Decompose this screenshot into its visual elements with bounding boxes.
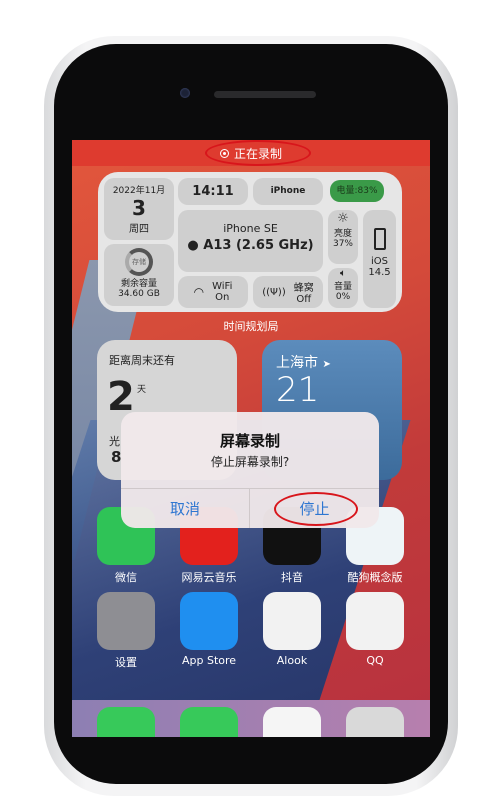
cellular-value: Off <box>296 294 312 305</box>
app-label: 网易云音乐 <box>181 571 237 584</box>
app-label: QQ <box>366 654 384 667</box>
app-label: 抖音 <box>281 571 303 584</box>
wifi-label: WiFi <box>212 281 233 292</box>
home-screen: 正在录制 2022年11月 3 周四 存储 剩余容量 34.60 GB 14:1… <box>72 140 430 737</box>
os-name: iOS <box>371 256 388 267</box>
settings-gear-icon[interactable] <box>97 592 155 650</box>
app-store-icon[interactable] <box>180 592 238 650</box>
countdown-unit: 天 <box>137 385 147 395</box>
app-label: 酷狗概念版 <box>347 571 403 584</box>
sun-icon: ☼ <box>337 211 349 226</box>
app-label: App Store <box>181 654 237 667</box>
countdown-sub-label: 光 <box>109 435 120 448</box>
cellular-antenna-icon: ((Ψ)) <box>262 286 286 298</box>
volume-label: 音量 <box>333 282 352 292</box>
messages-icon[interactable] <box>180 707 238 737</box>
app-label: 微信 <box>115 571 137 584</box>
widget-name-label: 时间规划局 <box>223 320 279 333</box>
annotation-circle <box>274 492 358 526</box>
weekday: 周四 <box>129 224 149 235</box>
qq-penguin-icon[interactable] <box>346 592 404 650</box>
alook-icon[interactable] <box>263 592 321 650</box>
app-label: 设置 <box>115 656 137 669</box>
brightness-label: 亮度 <box>333 229 352 239</box>
stop-recording-dialog: 屏幕录制 停止屏幕录制? 取消 停止 <box>121 412 379 528</box>
volume-value: 0% <box>335 292 351 302</box>
countdown-title: 距离周末还有 <box>109 354 175 367</box>
date-year-month: 2022年11月 <box>112 186 166 196</box>
chip-name: A13 (2.65 GHz) <box>203 238 314 253</box>
front-camera <box>180 88 190 98</box>
cellular-label: 蜂窝 <box>293 283 314 294</box>
os-cell: iOS 14.5 <box>363 210 396 308</box>
date-day: 3 <box>132 196 146 220</box>
app-label: Alook <box>276 654 308 667</box>
earpiece-speaker <box>214 91 316 98</box>
os-version: 14.5 <box>368 267 391 278</box>
phone-outline-icon <box>373 228 386 250</box>
countdown-sub-value: 8 <box>111 448 122 466</box>
brightness-cell: ☼ 亮度 37% <box>328 210 358 264</box>
model-name: iPhone SE <box>223 222 278 235</box>
annotation-circle <box>205 140 311 166</box>
photos-icon[interactable] <box>263 707 321 737</box>
model-cell: iPhone SE ● A13 (2.65 GHz) <box>178 210 323 272</box>
date-cell: 2022年11月 3 周四 <box>104 178 174 240</box>
weather-temperature: 21 <box>276 370 320 410</box>
wifi-icon: ◠ <box>193 285 205 299</box>
speaker-icon: 🔈︎ <box>340 268 346 279</box>
cellular-cell: ((Ψ)) 蜂窝 Off <box>253 276 323 308</box>
weather-city: 上海市 <box>276 355 318 371</box>
cancel-button[interactable]: 取消 <box>121 488 250 528</box>
storage-label: 剩余容量 <box>120 279 157 289</box>
battery-cell: 电量:83% <box>330 180 384 202</box>
dialog-title: 屏幕录制 <box>219 432 280 450</box>
apple-logo-icon: ● <box>187 238 199 253</box>
time-planner-widget[interactable]: 2022年11月 3 周四 存储 剩余容量 34.60 GB 14:11 iPh… <box>98 172 402 312</box>
recording-status-bar[interactable]: 正在录制 <box>72 140 430 166</box>
wifi-cell: ◠ WiFi On <box>178 276 248 308</box>
time-cell: 14:11 <box>178 178 248 205</box>
wifi-value: On <box>215 292 230 303</box>
camera-icon[interactable] <box>346 707 404 737</box>
dialog-message: 停止屏幕录制? <box>210 455 290 469</box>
storage-ring: 存储 <box>125 248 153 276</box>
storage-cell: 存储 剩余容量 34.60 GB <box>104 244 174 306</box>
brightness-value: 37% <box>332 239 353 249</box>
volume-cell: 🔈︎ 音量 0% <box>328 268 358 308</box>
device-cell: iPhone <box>253 178 323 205</box>
phone-icon[interactable] <box>97 707 155 737</box>
location-arrow-icon: ➤ <box>322 359 331 370</box>
storage-value: 34.60 GB <box>118 289 160 299</box>
